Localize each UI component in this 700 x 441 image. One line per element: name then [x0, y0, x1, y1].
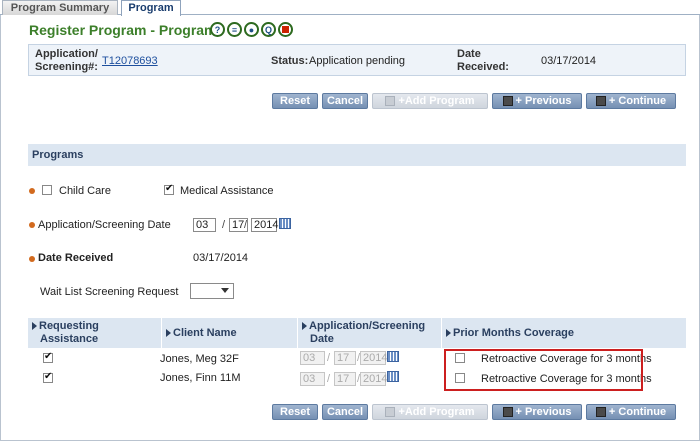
column-requesting[interactable]: Requesting Assistance: [28, 318, 162, 348]
search-icon[interactable]: Q: [261, 22, 276, 37]
column-prior-label: Prior Months Coverage: [453, 327, 575, 339]
row-1-year-input[interactable]: 2014: [360, 351, 387, 365]
column-application-date[interactable]: Application/Screening Date: [298, 318, 442, 348]
continue-button[interactable]: + Continue: [586, 404, 676, 420]
tab-program[interactable]: Program: [121, 0, 181, 16]
add-program-button[interactable]: +Add Program: [372, 93, 488, 109]
expand-arrow-icon: [302, 322, 307, 331]
page-title: Register Program - Program: [29, 22, 217, 38]
previous-label: + Previous: [515, 406, 572, 418]
tab-program-summary[interactable]: Program Summary: [2, 0, 118, 15]
date-received-label: Date: [457, 48, 481, 60]
requesting-checkbox-row-1[interactable]: [43, 351, 53, 363]
child-care-checkbox[interactable]: [42, 185, 52, 195]
required-marker: [29, 188, 35, 194]
app-label-2: Screening#:: [35, 61, 98, 73]
calendar-icon[interactable]: [279, 218, 291, 229]
floppy-icon: [385, 96, 396, 106]
medical-assistance-checkbox[interactable]: [164, 183, 174, 195]
tab-bar: Program Summary Program: [0, 0, 700, 16]
status-value: Application pending: [309, 55, 406, 67]
column-prior-months[interactable]: Prior Months Coverage: [442, 318, 686, 348]
date-received-field-value: 03/17/2014: [193, 252, 249, 264]
stop-icon[interactable]: [278, 22, 293, 37]
application-info-bar: Application/ Screening#: T12078693 Statu…: [28, 44, 686, 76]
person-icon[interactable]: ●: [244, 22, 259, 37]
app-date-year-input[interactable]: 2014: [251, 218, 278, 232]
row-2-day-input[interactable]: 17: [334, 372, 356, 386]
client-name-row-2: Jones, Finn 11M: [160, 372, 241, 384]
expand-arrow-icon: [446, 329, 451, 338]
add-program-label: +Add Program: [398, 95, 475, 107]
date-separator: /: [327, 373, 331, 385]
notes-icon[interactable]: ≡: [227, 22, 242, 37]
bottom-button-row: Reset Cancel +Add Program + Previous + C…: [272, 404, 676, 420]
continue-label: + Continue: [608, 406, 667, 418]
chevron-down-icon: [221, 288, 229, 293]
floppy-icon: [595, 96, 606, 106]
column-appdate-label-2: Date: [310, 333, 334, 345]
date-separator: /: [244, 219, 248, 231]
column-appdate-label: Application/Screening: [309, 320, 426, 332]
add-program-label: +Add Program: [398, 406, 475, 418]
status-label: Status:: [271, 55, 309, 67]
top-button-row: Reset Cancel +Add Program + Previous + C…: [272, 93, 676, 109]
floppy-icon: [502, 96, 513, 106]
row-2-month-input[interactable]: 03: [300, 372, 325, 386]
column-requesting-label-2: Assistance: [40, 333, 99, 345]
row-1-month-input[interactable]: 03: [300, 351, 325, 365]
help-icon[interactable]: ?: [210, 22, 225, 37]
date-received-label-2: Received:: [457, 61, 509, 73]
application-number-link[interactable]: T12078693: [102, 55, 158, 67]
row-1-day-input[interactable]: 17: [334, 351, 356, 365]
floppy-icon: [502, 407, 513, 417]
column-client-name[interactable]: Client Name: [162, 318, 298, 348]
child-care-label: Child Care: [59, 185, 111, 197]
expand-arrow-icon: [32, 322, 37, 331]
floppy-icon: [385, 407, 396, 417]
cancel-button[interactable]: Cancel: [322, 93, 368, 109]
cancel-button[interactable]: Cancel: [322, 404, 368, 420]
row-2-year-input[interactable]: 2014: [360, 372, 387, 386]
client-name-row-1: Jones, Meg 32F: [160, 353, 239, 365]
calendar-icon[interactable]: [387, 351, 399, 362]
application-date-label: Application/Screening Date: [38, 219, 171, 231]
date-received-field-label: Date Received: [38, 252, 114, 264]
floppy-icon: [595, 407, 606, 417]
expand-arrow-icon: [166, 329, 171, 338]
add-program-button[interactable]: +Add Program: [372, 404, 488, 420]
app-date-month-input[interactable]: 03: [193, 218, 216, 232]
reset-button[interactable]: Reset: [272, 93, 318, 109]
date-received-value: 03/17/2014: [541, 55, 597, 67]
previous-label: + Previous: [515, 95, 572, 107]
continue-label: + Continue: [608, 95, 667, 107]
previous-button[interactable]: + Previous: [492, 404, 582, 420]
retro-coverage-highlight-box: [444, 349, 643, 391]
reset-button[interactable]: Reset: [272, 404, 318, 420]
previous-button[interactable]: + Previous: [492, 93, 582, 109]
calendar-icon[interactable]: [387, 371, 399, 382]
date-separator: /: [222, 219, 226, 231]
required-marker: [29, 222, 35, 228]
title-icon-group: ? ≡ ● Q: [210, 22, 293, 37]
app-label: Application/: [35, 48, 98, 60]
wait-list-select[interactable]: [190, 283, 234, 299]
required-marker: [29, 256, 35, 262]
date-separator: /: [327, 352, 331, 364]
wait-list-label: Wait List Screening Request: [40, 286, 179, 298]
assistance-table-header: Requesting Assistance Client Name Applic…: [28, 318, 686, 348]
continue-button[interactable]: + Continue: [586, 93, 676, 109]
programs-section-header: Programs: [28, 144, 686, 166]
column-requesting-label: Requesting: [39, 320, 99, 332]
column-client-label: Client Name: [173, 327, 237, 339]
medical-assistance-label: Medical Assistance: [180, 185, 274, 197]
requesting-checkbox-row-2[interactable]: [43, 371, 53, 383]
